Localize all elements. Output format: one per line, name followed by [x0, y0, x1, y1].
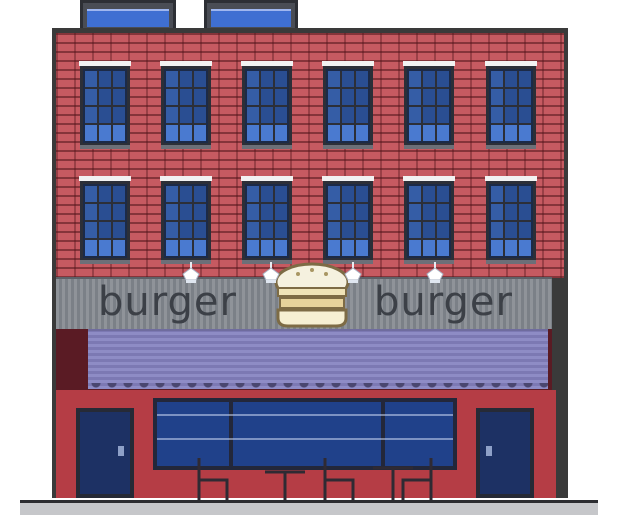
- door-handle-icon: [486, 446, 492, 456]
- patio-furniture-icon: [197, 458, 433, 502]
- door-left[interactable]: [76, 408, 134, 498]
- window-floor1-1: [79, 61, 131, 149]
- lamp-icon: [262, 262, 280, 283]
- burger-building-scene: burger burger: [0, 0, 620, 515]
- door-right[interactable]: [476, 408, 534, 498]
- window-floor1-2: [160, 61, 212, 149]
- window-floor2-2: [160, 176, 212, 264]
- window-floor1-5: [403, 61, 455, 149]
- sign-word-left: burger: [98, 279, 237, 325]
- window-floor1-3: [241, 61, 293, 149]
- window-floor2-3: [241, 176, 293, 264]
- lamp-icon: [344, 262, 362, 283]
- lamp-icon: [426, 262, 444, 283]
- awning: [88, 329, 548, 389]
- sidewalk: [20, 500, 598, 515]
- window-floor1-6: [485, 61, 537, 149]
- window-floor2-1: [79, 176, 131, 264]
- window-floor2-6: [485, 176, 537, 264]
- window-floor2-5: [403, 176, 455, 264]
- lamp-icon: [182, 262, 200, 283]
- door-handle-icon: [118, 446, 124, 456]
- window-floor2-4: [322, 176, 374, 264]
- window-floor1-4: [322, 61, 374, 149]
